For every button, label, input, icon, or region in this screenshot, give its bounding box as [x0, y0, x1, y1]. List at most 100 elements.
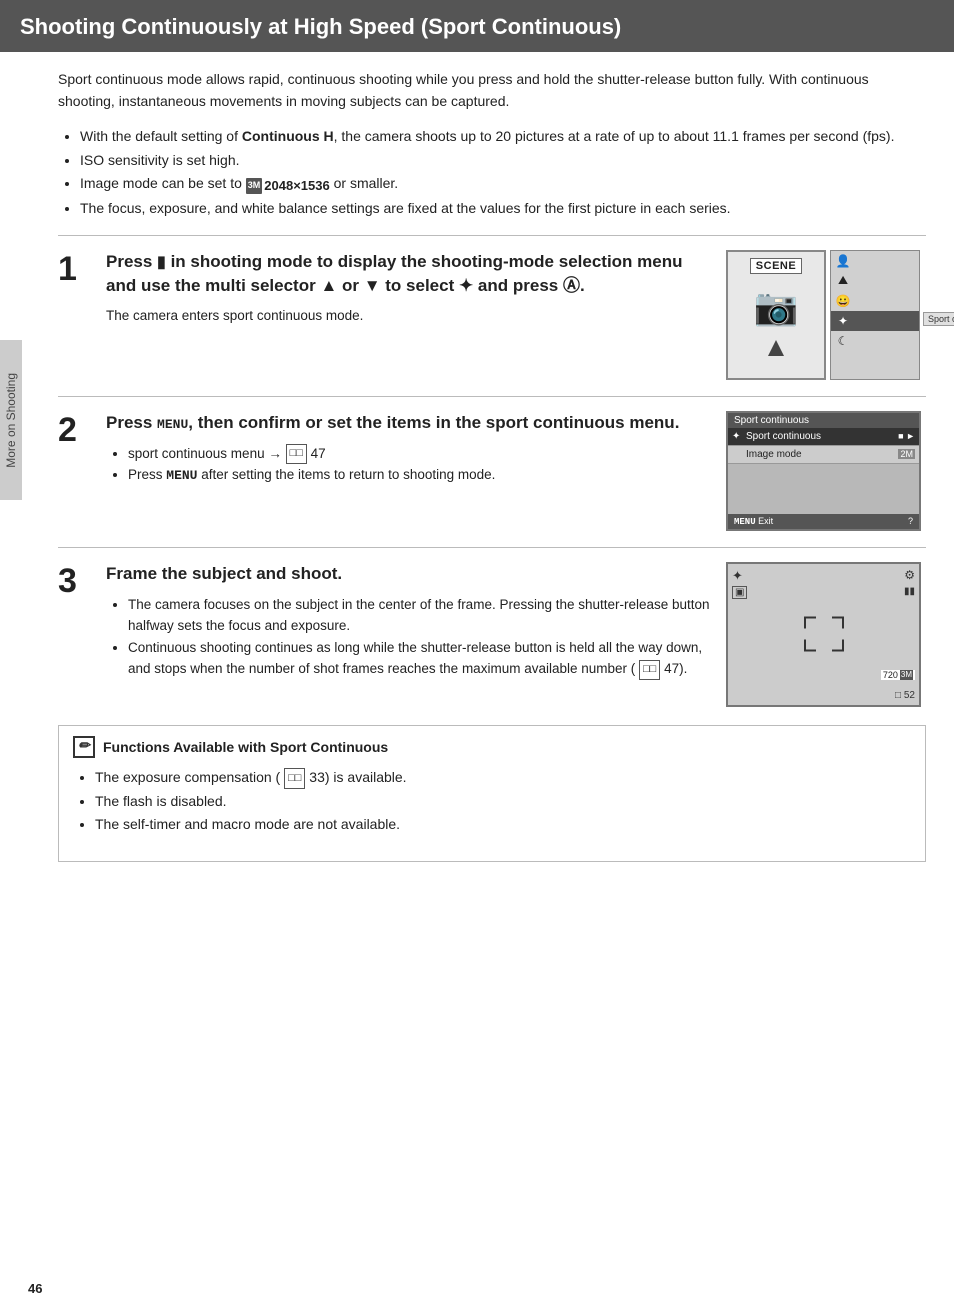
- menu-item-sport: ✦ Sport continuous: [831, 311, 919, 331]
- mode-badge: 3M: [246, 178, 263, 193]
- step-1-camera-screen: SCENE 📷 👤 ⛰: [726, 250, 926, 380]
- mode-menu-panel: 👤 ⛰ 😀 ✦ Sport continuous ☾: [830, 250, 920, 380]
- step-1-number: 1: [58, 252, 98, 286]
- scene-panel: SCENE 📷: [726, 250, 826, 380]
- sport-continuous-tooltip: Sport continuous: [923, 312, 954, 326]
- step-3-bullets: The camera focuses on the subject in the…: [106, 594, 716, 680]
- menu-item-night: ☾: [831, 331, 919, 351]
- bracket-br: [832, 640, 844, 652]
- step-2-image: Sport continuous ✦ Sport continuous ■ ► …: [726, 411, 926, 531]
- sport-row-value: ■ ►: [898, 431, 915, 441]
- vf-bottom-right: 720 3M: [881, 670, 915, 681]
- step-3-content: Frame the subject and shoot. The camera …: [98, 562, 726, 680]
- step-1-image: SCENE 📷 👤 ⛰: [726, 250, 926, 380]
- image-mode-res: 2048×1536: [264, 175, 329, 197]
- ref-box-47-1: □□: [286, 444, 307, 464]
- or-text: or: [342, 276, 359, 295]
- step-2-bullet-1: sport continuous menu → □□ 47: [128, 443, 716, 465]
- intro-bullet-2: ISO sensitivity is set high.: [80, 149, 926, 173]
- step-3-image: ✦ ⚙ ▣ ▮▮ 720 3M: [726, 562, 926, 707]
- intro-bullet-1: With the default setting of Continuous H…: [80, 125, 926, 149]
- vf-image-icon: ▣: [732, 586, 747, 599]
- vf-mode-3m: 3M: [900, 670, 913, 680]
- step-3-number: 3: [58, 564, 98, 598]
- menu-text-2: MENU: [157, 417, 188, 432]
- step-1-note: The camera enters sport continuous mode.: [106, 306, 716, 326]
- step-2-bullets: sport continuous menu → □□ 47 Press MENU…: [106, 443, 716, 487]
- focus-brackets: [804, 617, 844, 652]
- sport-row-label: Sport continuous: [746, 431, 898, 442]
- image-row-value: 2M: [898, 449, 915, 459]
- step-3-bullet-1: The camera focuses on the subject in the…: [128, 594, 716, 637]
- menu-screen-footer: MENU Exit ?: [728, 514, 919, 529]
- side-tab-label: More on Shooting: [4, 373, 18, 468]
- viewfinder: ✦ ⚙ ▣ ▮▮ 720 3M: [726, 562, 921, 707]
- page-number: 46: [28, 1281, 42, 1296]
- intro-paragraph: Sport continuous mode allows rapid, cont…: [58, 68, 926, 113]
- night-icon: ☾: [835, 333, 851, 349]
- footer-help: ?: [908, 516, 913, 527]
- arrow-up-icon: [766, 338, 786, 361]
- step-2-title: Press MENU, then confirm or set the item…: [106, 411, 716, 435]
- menu-text-2b: MENU: [166, 468, 197, 483]
- party-icon: 😀: [835, 293, 851, 309]
- vf-frame-count: □ 52: [895, 690, 915, 701]
- step-3-title: Frame the subject and shoot.: [106, 562, 716, 586]
- sport-row-icon: ✦: [732, 431, 746, 442]
- menu-item-party: 😀: [831, 291, 919, 311]
- note-bullet-2: The flash is disabled.: [95, 790, 911, 814]
- vf-frame-number: 52: [904, 690, 915, 701]
- menu-row-image: Image mode 2M: [728, 446, 919, 464]
- bracket-bl: [804, 640, 816, 652]
- note-box: ✏ Functions Available with Sport Continu…: [58, 725, 926, 862]
- page-title: Shooting Continuously at High Speed (Spo…: [20, 14, 934, 40]
- image-mode-icon: 3M 2048×1536: [246, 175, 330, 197]
- ref-box-47-2: □□: [639, 660, 660, 680]
- step-1-section: 1 Press ▮ in shooting mode to display th…: [58, 235, 926, 380]
- menu-row-sport: ✦ Sport continuous ■ ►: [728, 428, 919, 446]
- step-1-content: Press ▮ in shooting mode to display the …: [98, 250, 726, 326]
- step-2-content: Press MENU, then confirm or set the item…: [98, 411, 726, 487]
- bracket-tr: [832, 617, 844, 629]
- step-2-bullet-2: Press MENU after setting the items to re…: [128, 464, 716, 487]
- note-title: Functions Available with Sport Continuou…: [103, 739, 388, 755]
- vf-frame-icon: □: [895, 690, 901, 701]
- image-row-label: Image mode: [746, 449, 898, 460]
- ref-box-33: □□: [284, 768, 305, 789]
- portrait-icon: 👤: [835, 253, 851, 269]
- note-icon: ✏: [73, 736, 95, 758]
- vf-settings-icon: ⚙: [904, 568, 915, 582]
- menu-screen-header: Sport continuous: [728, 413, 919, 428]
- note-bullet-1: The exposure compensation ( □□ 33) is av…: [95, 766, 911, 790]
- intro-bullet-4: The focus, exposure, and white balance s…: [80, 197, 926, 221]
- step-2-section: 2 Press MENU, then confirm or set the it…: [58, 396, 926, 531]
- step-3-section: 3 Frame the subject and shoot. The camer…: [58, 547, 926, 707]
- note-header: ✏ Functions Available with Sport Continu…: [73, 736, 911, 758]
- intro-bullet-list: With the default setting of Continuous H…: [58, 125, 926, 221]
- footer-exit-label: MENU Exit: [734, 516, 773, 527]
- step-1-title: Press ▮ in shooting mode to display the …: [106, 250, 716, 298]
- sport-icon: ✦: [835, 313, 851, 329]
- menu-item-landscape: ⛰: [831, 271, 919, 291]
- side-tab: More on Shooting: [0, 340, 22, 500]
- main-content: Sport continuous mode allows rapid, cont…: [30, 52, 954, 888]
- menu-text-exit: MENU: [734, 517, 756, 527]
- note-bullet-3: The self-timer and macro mode are not av…: [95, 813, 911, 837]
- step-2-menu-screen: Sport continuous ✦ Sport continuous ■ ► …: [726, 411, 921, 531]
- vf-battery-icon: ▮▮: [904, 586, 915, 597]
- vf-mode-info: 720 3M: [881, 670, 915, 680]
- scene-label: SCENE: [750, 258, 802, 274]
- continuous-h-label: Continuous H: [242, 128, 334, 144]
- menu-item-portrait: 👤: [831, 251, 919, 271]
- vf-sport-icon: ✦: [732, 568, 743, 584]
- page-header: Shooting Continuously at High Speed (Spo…: [0, 0, 954, 52]
- bracket-tl: [804, 617, 816, 629]
- landscape-icon: ⛰: [835, 273, 851, 289]
- vf-mode-720: 720: [883, 670, 898, 680]
- menu-empty-area: [728, 464, 919, 514]
- camera-mode-icon: 📷: [754, 286, 799, 328]
- step-2-number: 2: [58, 413, 98, 447]
- step-3-bullet-2: Continuous shooting continues as long wh…: [128, 637, 716, 680]
- intro-bullet-3: Image mode can be set to 3M 2048×1536 or…: [80, 172, 926, 197]
- note-bullets: The exposure compensation ( □□ 33) is av…: [73, 766, 911, 837]
